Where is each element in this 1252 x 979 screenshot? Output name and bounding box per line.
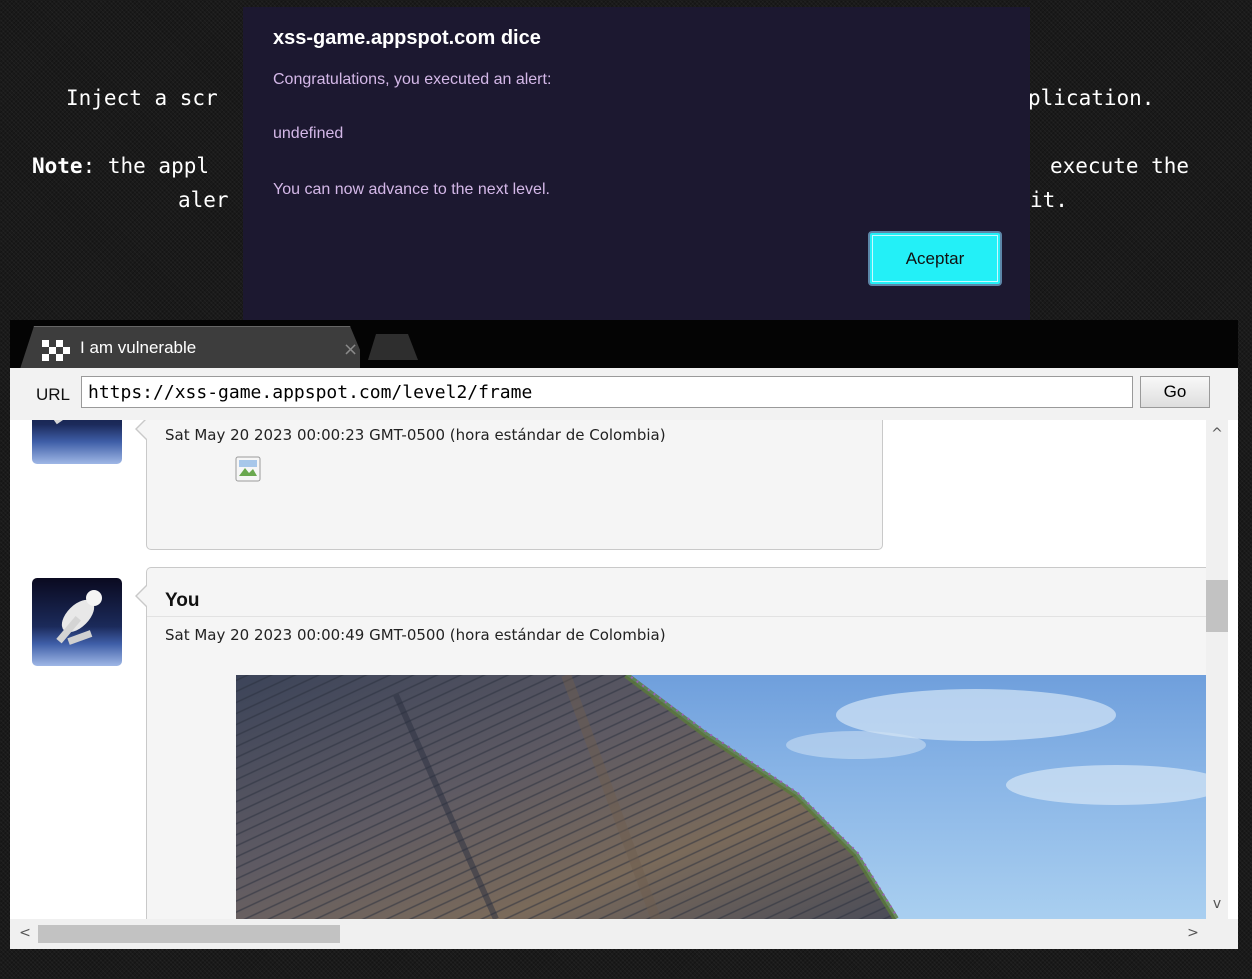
alert-advance-message: You can now advance to the next level. [273,181,550,198]
post-date: Sat May 20 2023 00:00:49 GMT-0500 (hora … [165,626,666,644]
note-label: Note [32,154,83,178]
mission-line-3-start: aler [178,188,229,212]
scroll-right-icon[interactable]: > [1182,925,1204,941]
horizontal-scrollbar[interactable]: < > [10,919,1238,949]
mission-line-3-end: it. [1030,188,1068,212]
url-label: URL [36,385,71,404]
mission-line-1-start: Inject a scr [66,86,218,110]
accept-button[interactable]: Aceptar [868,231,1002,286]
astronaut-icon [52,420,80,425]
avatar [32,420,122,464]
tab-close-icon[interactable]: × [343,339,358,360]
landscape-photo [236,675,1206,919]
astronaut-icon [56,590,102,645]
post-author: You [165,590,200,611]
go-button[interactable]: Go [1140,376,1210,408]
scroll-left-icon[interactable]: < [14,925,36,941]
url-input[interactable] [81,376,1133,408]
post-divider [147,616,1225,617]
tab-title: I am vulnerable [80,338,197,357]
mission-line-1-end: plication. [1028,86,1155,110]
mission-line-2-text: : the appl [82,154,210,178]
vertical-scroll-thumb[interactable] [1206,580,1228,632]
tab-strip: I am vulnerable × [10,320,1238,369]
post-1: Sat May 20 2023 00:00:23 GMT-0500 (hora … [135,420,883,550]
scroll-down-icon[interactable]: v [1206,896,1228,912]
horizontal-scroll-thumb[interactable] [38,925,340,943]
url-bar: URL Go [10,368,1238,421]
broken-image-icon [235,456,261,482]
checker-favicon-icon [42,340,70,362]
avatar [32,578,122,666]
scroll-up-icon[interactable]: ^ [1206,426,1228,442]
page-viewport: Sat May 20 2023 00:00:23 GMT-0500 (hora … [10,420,1238,949]
alert-title: xss-game.appspot.com dice [273,27,541,49]
mission-line-2-start: Note: the appl [32,154,209,178]
alert-value: undefined [273,125,344,142]
new-tab-button[interactable] [368,334,418,360]
post-date: Sat May 20 2023 00:00:23 GMT-0500 (hora … [165,426,666,444]
tab-i-am-vulnerable[interactable]: I am vulnerable × [20,326,360,369]
mission-line-2-end: execute the [1050,154,1190,178]
vertical-scrollbar[interactable]: ^ v [1206,420,1228,922]
cliff-landscape-image [236,675,1206,919]
alert-message: Congratulations, you executed an alert: [273,71,552,88]
simulated-browser: I am vulnerable × URL Go Sat May 20 2023… [10,320,1238,949]
